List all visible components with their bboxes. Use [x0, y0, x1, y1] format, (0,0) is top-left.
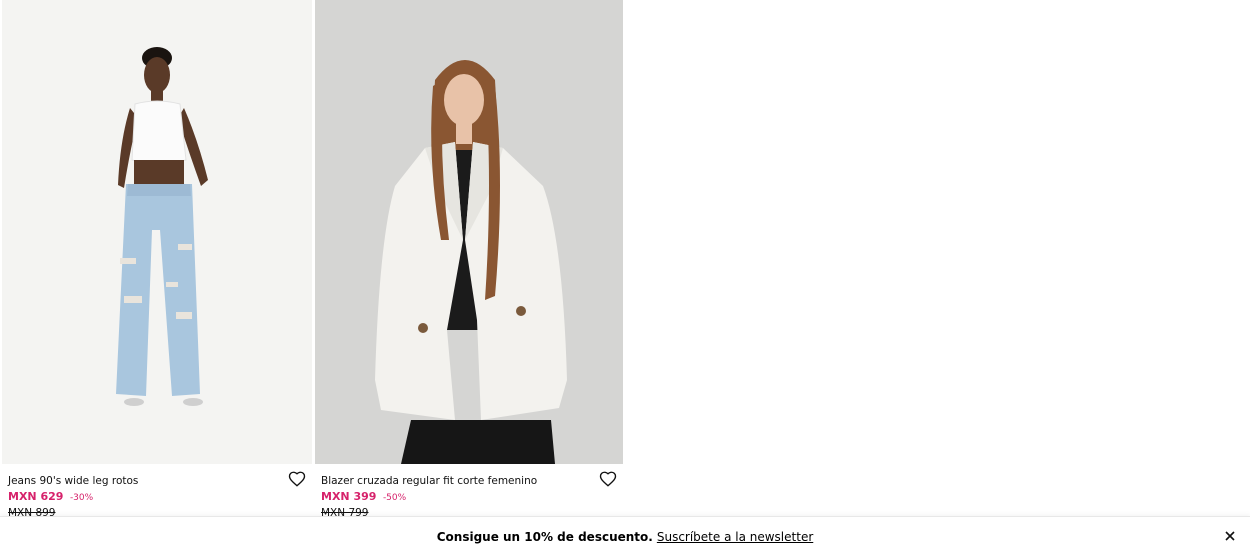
- product-image-blazer[interactable]: [315, 0, 623, 464]
- product-card[interactable]: Jeans 90's wide leg rotos MXN 629 -30% M…: [2, 0, 312, 526]
- newsletter-subscribe-link[interactable]: Suscríbete a la newsletter: [657, 530, 813, 544]
- product-name[interactable]: Jeans 90's wide leg rotos: [8, 474, 306, 488]
- product-card[interactable]: Blazer cruzada regular fit corte femenin…: [315, 0, 623, 526]
- heart-outline-icon: [599, 471, 617, 487]
- newsletter-text: Consigue un 10% de descuento.: [436, 530, 653, 544]
- product-image-jeans[interactable]: [2, 0, 312, 464]
- price-row: MXN 629 -30%: [8, 489, 306, 506]
- discount-badge: -30%: [69, 493, 94, 503]
- wishlist-button[interactable]: [288, 470, 306, 488]
- current-price: MXN 399: [321, 490, 377, 503]
- current-price: MXN 629: [8, 490, 64, 503]
- blazer-model-illustration: [375, 60, 567, 464]
- jeans-model-illustration: [116, 47, 208, 406]
- discount-badge: -50%: [382, 493, 407, 503]
- product-name[interactable]: Blazer cruzada regular fit corte femenin…: [321, 474, 617, 488]
- close-icon: [1225, 531, 1235, 541]
- close-banner-button[interactable]: [1224, 530, 1236, 542]
- wishlist-button[interactable]: [599, 470, 617, 488]
- newsletter-banner: Consigue un 10% de descuento. Suscríbete…: [0, 516, 1250, 556]
- product-grid-page: Jeans 90's wide leg rotos MXN 629 -30% M…: [0, 0, 1250, 556]
- heart-outline-icon: [288, 471, 306, 487]
- price-row: MXN 399 -50%: [321, 489, 617, 506]
